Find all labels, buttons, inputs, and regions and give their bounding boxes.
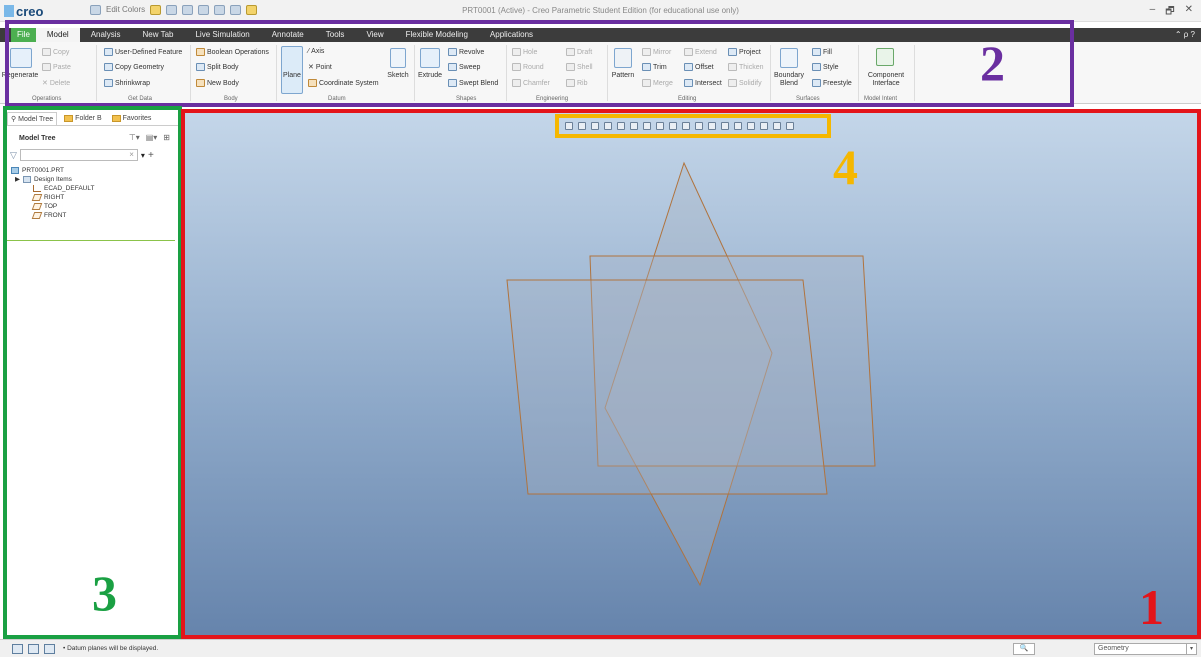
redo-icon[interactable] bbox=[198, 5, 210, 15]
new-icon[interactable] bbox=[90, 5, 101, 15]
selection-filter-select[interactable]: Geometry ▾ bbox=[1094, 643, 1197, 655]
save-icon[interactable] bbox=[166, 5, 178, 15]
full-screen-icon[interactable] bbox=[44, 644, 55, 654]
annotation-number-3: 3 bbox=[92, 565, 117, 621]
close-window-icon[interactable] bbox=[246, 5, 258, 15]
annotation-box-model-tree bbox=[3, 106, 182, 639]
annotation-box-ribbon bbox=[5, 20, 1074, 107]
status-bar: • Datum planes will be displayed. 🔍 Geom… bbox=[0, 639, 1201, 657]
annotation-number-4: 4 bbox=[833, 139, 858, 195]
chevron-down-icon: ▾ bbox=[1186, 644, 1196, 654]
annotation-number-1: 1 bbox=[1139, 579, 1164, 635]
annotation-box-graphics-toolbar bbox=[555, 114, 831, 138]
edit-colors-button[interactable]: Edit Colors bbox=[106, 5, 145, 15]
title-bar: creo Edit Colors PRT0001 (Active) - Creo… bbox=[0, 0, 1201, 22]
browser-toggle-icon[interactable] bbox=[28, 644, 39, 654]
maximize-icon[interactable]: 🗗 bbox=[1165, 4, 1174, 21]
annotation-box-graphics bbox=[181, 109, 1201, 639]
navigator-toggle-icon[interactable] bbox=[12, 644, 23, 654]
quick-access-toolbar: Edit Colors bbox=[90, 5, 258, 15]
annotation-number-2: 2 bbox=[980, 35, 1005, 91]
minimize-icon[interactable]: – bbox=[1150, 4, 1156, 21]
regenerate-qa-icon[interactable] bbox=[214, 5, 226, 15]
creo-logo: creo bbox=[4, 4, 43, 19]
open-icon[interactable] bbox=[150, 5, 162, 15]
creo-window: creo Edit Colors PRT0001 (Active) - Creo… bbox=[0, 0, 1201, 657]
close-icon[interactable]: ✕ bbox=[1185, 4, 1193, 21]
find-button[interactable]: 🔍 bbox=[1013, 643, 1035, 655]
help-icons[interactable]: ⌃ ρ ? bbox=[1175, 28, 1195, 42]
windows-icon[interactable] bbox=[230, 5, 242, 15]
window-controls: – 🗗 ✕ bbox=[1150, 4, 1193, 21]
undo-icon[interactable] bbox=[182, 5, 194, 15]
status-message: • Datum planes will be displayed. bbox=[63, 645, 159, 652]
